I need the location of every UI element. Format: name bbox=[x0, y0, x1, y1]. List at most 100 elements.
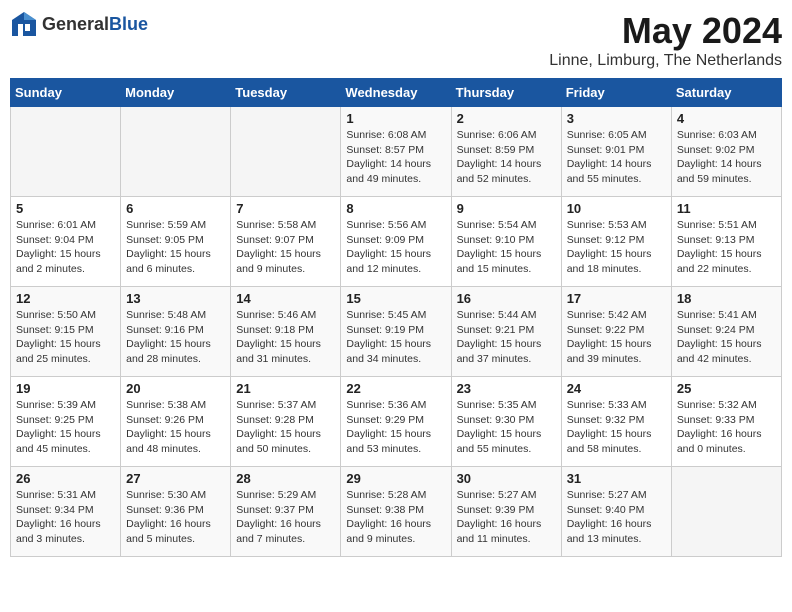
day-info: Sunrise: 5:48 AMSunset: 9:16 PMDaylight:… bbox=[126, 308, 225, 367]
calendar-cell: 1 Sunrise: 6:08 AMSunset: 8:57 PMDaylight… bbox=[341, 107, 451, 197]
day-number: 19 bbox=[16, 381, 115, 396]
calendar-cell: 21Sunrise: 5:37 AMSunset: 9:28 PMDayligh… bbox=[231, 377, 341, 467]
day-number: 11 bbox=[677, 201, 776, 216]
calendar-cell: 23Sunrise: 5:35 AMSunset: 9:30 PMDayligh… bbox=[451, 377, 561, 467]
calendar-title: May 2024 bbox=[549, 10, 782, 52]
day-info: Sunrise: 5:27 AMSunset: 9:40 PMDaylight:… bbox=[567, 488, 666, 547]
calendar-cell: 16 Sunrise: 5:44 AMSunset: 9:21 PMDayligh… bbox=[451, 287, 561, 377]
day-info: Sunrise: 5:45 AMSunset: 9:19 PMDaylight:… bbox=[346, 308, 445, 367]
day-info: Sunrise: 6:06 AMSunset: 8:59 PMDaylight:… bbox=[457, 128, 556, 187]
calendar-cell: 22 Sunrise: 5:36 AMSunset: 9:29 PMDayligh… bbox=[341, 377, 451, 467]
day-number: 28 bbox=[236, 471, 335, 486]
calendar-cell bbox=[121, 107, 231, 197]
calendar-cell: 20Sunrise: 5:38 AMSunset: 9:26 PMDayligh… bbox=[121, 377, 231, 467]
day-number: 7 bbox=[236, 201, 335, 216]
day-info: Sunrise: 5:27 AMSunset: 9:39 PMDaylight:… bbox=[457, 488, 556, 547]
calendar-cell: 18 Sunrise: 5:41 AMSunset: 9:24 PMDayligh… bbox=[671, 287, 781, 377]
day-number: 6 bbox=[126, 201, 225, 216]
calendar-cell: 31 Sunrise: 5:27 AMSunset: 9:40 PMDayligh… bbox=[561, 467, 671, 557]
calendar-cell bbox=[231, 107, 341, 197]
day-number: 14 bbox=[236, 291, 335, 306]
day-info: Sunrise: 5:38 AMSunset: 9:26 PMDaylight:… bbox=[126, 398, 225, 457]
week-row-3: 12Sunrise: 5:50 AMSunset: 9:15 PMDayligh… bbox=[11, 287, 782, 377]
calendar-cell: 5 Sunrise: 6:01 AMSunset: 9:04 PMDaylight… bbox=[11, 197, 121, 287]
day-info: Sunrise: 5:36 AMSunset: 9:29 PMDaylight:… bbox=[346, 398, 445, 457]
day-number: 25 bbox=[677, 381, 776, 396]
day-info: Sunrise: 6:01 AMSunset: 9:04 PMDaylight:… bbox=[16, 218, 115, 277]
day-info: Sunrise: 5:28 AMSunset: 9:38 PMDaylight:… bbox=[346, 488, 445, 547]
header-cell-thursday: Thursday bbox=[451, 79, 561, 107]
day-info: Sunrise: 6:05 AMSunset: 9:01 PMDaylight:… bbox=[567, 128, 666, 187]
header-row: SundayMondayTuesdayWednesdayThursdayFrid… bbox=[11, 79, 782, 107]
calendar-table: SundayMondayTuesdayWednesdayThursdayFrid… bbox=[10, 78, 782, 557]
day-info: Sunrise: 5:42 AMSunset: 9:22 PMDaylight:… bbox=[567, 308, 666, 367]
day-info: Sunrise: 5:33 AMSunset: 9:32 PMDaylight:… bbox=[567, 398, 666, 457]
calendar-cell: 3 Sunrise: 6:05 AMSunset: 9:01 PMDaylight… bbox=[561, 107, 671, 197]
day-info: Sunrise: 5:30 AMSunset: 9:36 PMDaylight:… bbox=[126, 488, 225, 547]
day-info: Sunrise: 5:51 AMSunset: 9:13 PMDaylight:… bbox=[677, 218, 776, 277]
day-info: Sunrise: 5:39 AMSunset: 9:25 PMDaylight:… bbox=[16, 398, 115, 457]
day-info: Sunrise: 6:08 AMSunset: 8:57 PMDaylight:… bbox=[346, 128, 445, 187]
calendar-cell: 29Sunrise: 5:28 AMSunset: 9:38 PMDayligh… bbox=[341, 467, 451, 557]
week-row-2: 5 Sunrise: 6:01 AMSunset: 9:04 PMDaylight… bbox=[11, 197, 782, 287]
day-info: Sunrise: 5:56 AMSunset: 9:09 PMDaylight:… bbox=[346, 218, 445, 277]
day-number: 26 bbox=[16, 471, 115, 486]
calendar-cell: 19 Sunrise: 5:39 AMSunset: 9:25 PMDayligh… bbox=[11, 377, 121, 467]
header-cell-monday: Monday bbox=[121, 79, 231, 107]
day-number: 4 bbox=[677, 111, 776, 126]
day-number: 17 bbox=[567, 291, 666, 306]
week-row-1: 1 Sunrise: 6:08 AMSunset: 8:57 PMDaylight… bbox=[11, 107, 782, 197]
calendar-cell: 24 Sunrise: 5:33 AMSunset: 9:32 PMDayligh… bbox=[561, 377, 671, 467]
day-info: Sunrise: 5:50 AMSunset: 9:15 PMDaylight:… bbox=[16, 308, 115, 367]
logo-icon bbox=[10, 10, 38, 38]
calendar-cell bbox=[11, 107, 121, 197]
day-info: Sunrise: 5:58 AMSunset: 9:07 PMDaylight:… bbox=[236, 218, 335, 277]
calendar-cell: 26 Sunrise: 5:31 AMSunset: 9:34 PMDayligh… bbox=[11, 467, 121, 557]
calendar-cell: 13Sunrise: 5:48 AMSunset: 9:16 PMDayligh… bbox=[121, 287, 231, 377]
week-row-5: 26 Sunrise: 5:31 AMSunset: 9:34 PMDayligh… bbox=[11, 467, 782, 557]
calendar-cell: 10Sunrise: 5:53 AMSunset: 9:12 PMDayligh… bbox=[561, 197, 671, 287]
calendar-cell: 27 Sunrise: 5:30 AMSunset: 9:36 PMDayligh… bbox=[121, 467, 231, 557]
day-number: 10 bbox=[567, 201, 666, 216]
day-number: 3 bbox=[567, 111, 666, 126]
day-info: Sunrise: 5:35 AMSunset: 9:30 PMDaylight:… bbox=[457, 398, 556, 457]
day-number: 1 bbox=[346, 111, 445, 126]
day-number: 30 bbox=[457, 471, 556, 486]
day-info: Sunrise: 5:37 AMSunset: 9:28 PMDaylight:… bbox=[236, 398, 335, 457]
day-number: 18 bbox=[677, 291, 776, 306]
calendar-cell: 28 Sunrise: 5:29 AMSunset: 9:37 PMDayligh… bbox=[231, 467, 341, 557]
day-info: Sunrise: 5:46 AMSunset: 9:18 PMDaylight:… bbox=[236, 308, 335, 367]
day-info: Sunrise: 5:44 AMSunset: 9:21 PMDaylight:… bbox=[457, 308, 556, 367]
header: GeneralBlue May 2024 Linne, Limburg, The… bbox=[10, 10, 782, 70]
day-number: 8 bbox=[346, 201, 445, 216]
day-info: Sunrise: 5:54 AMSunset: 9:10 PMDaylight:… bbox=[457, 218, 556, 277]
day-number: 27 bbox=[126, 471, 225, 486]
calendar-cell: 12Sunrise: 5:50 AMSunset: 9:15 PMDayligh… bbox=[11, 287, 121, 377]
header-cell-sunday: Sunday bbox=[11, 79, 121, 107]
day-number: 31 bbox=[567, 471, 666, 486]
day-number: 2 bbox=[457, 111, 556, 126]
calendar-cell: 25Sunrise: 5:32 AMSunset: 9:33 PMDayligh… bbox=[671, 377, 781, 467]
day-info: Sunrise: 5:41 AMSunset: 9:24 PMDaylight:… bbox=[677, 308, 776, 367]
calendar-cell: 7 Sunrise: 5:58 AMSunset: 9:07 PMDaylight… bbox=[231, 197, 341, 287]
day-info: Sunrise: 5:31 AMSunset: 9:34 PMDaylight:… bbox=[16, 488, 115, 547]
logo: GeneralBlue bbox=[10, 10, 148, 38]
day-number: 22 bbox=[346, 381, 445, 396]
calendar-cell: 15Sunrise: 5:45 AMSunset: 9:19 PMDayligh… bbox=[341, 287, 451, 377]
week-row-4: 19 Sunrise: 5:39 AMSunset: 9:25 PMDayligh… bbox=[11, 377, 782, 467]
calendar-cell: 11 Sunrise: 5:51 AMSunset: 9:13 PMDayligh… bbox=[671, 197, 781, 287]
calendar-cell: 14 Sunrise: 5:46 AMSunset: 9:18 PMDayligh… bbox=[231, 287, 341, 377]
calendar-cell: 2 Sunrise: 6:06 AMSunset: 8:59 PMDaylight… bbox=[451, 107, 561, 197]
calendar-cell: 9Sunrise: 5:54 AMSunset: 9:10 PMDaylight… bbox=[451, 197, 561, 287]
day-number: 5 bbox=[16, 201, 115, 216]
calendar-cell bbox=[671, 467, 781, 557]
title-area: May 2024 Linne, Limburg, The Netherlands bbox=[549, 10, 782, 70]
calendar-cell: 30 Sunrise: 5:27 AMSunset: 9:39 PMDayligh… bbox=[451, 467, 561, 557]
day-number: 24 bbox=[567, 381, 666, 396]
day-info: Sunrise: 5:59 AMSunset: 9:05 PMDaylight:… bbox=[126, 218, 225, 277]
day-info: Sunrise: 5:29 AMSunset: 9:37 PMDaylight:… bbox=[236, 488, 335, 547]
day-info: Sunrise: 6:03 AMSunset: 9:02 PMDaylight:… bbox=[677, 128, 776, 187]
logo-text-blue: Blue bbox=[109, 14, 148, 34]
day-number: 16 bbox=[457, 291, 556, 306]
header-cell-tuesday: Tuesday bbox=[231, 79, 341, 107]
